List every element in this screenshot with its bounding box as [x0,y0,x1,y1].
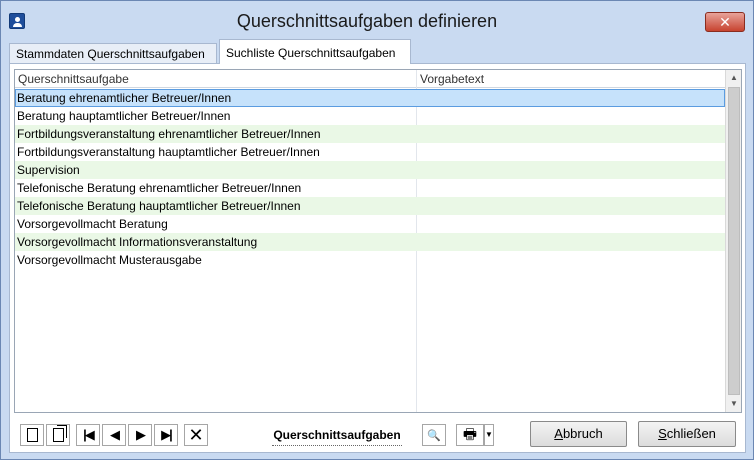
magnifier-icon: 🔍 [427,430,441,442]
table-row[interactable]: Beratung ehrenamtlicher Betreuer/Innen [15,89,725,107]
window-title: Querschnittsaufgaben definieren [236,11,498,31]
next-record-button[interactable]: ▶ [128,424,152,446]
title-bar: Querschnittsaufgaben definieren ✕ [1,1,753,39]
scrollbar-thumb[interactable] [728,87,740,395]
result-grid: Querschnittsaufgabe Vorgabetext Beratung… [14,69,742,413]
cell-querschnittsaufgabe: Vorsorgevollmacht Beratung [17,217,168,231]
printer-icon: 🖶 [462,426,478,443]
abbruch-label: bbruch [562,426,603,441]
previous-record-icon: ◀ [110,427,120,442]
vertical-scrollbar[interactable]: ▲ ▼ [725,70,741,412]
new-record-button[interactable] [20,424,44,446]
grid-header: Querschnittsaufgabe Vorgabetext [15,70,725,88]
tab-suchliste[interactable]: Suchliste Querschnittsaufgaben [219,39,411,64]
cell-querschnittsaufgabe: Supervision [17,163,80,177]
schliessen-accelerator: S [658,426,667,441]
context-label: Querschnittsaufgaben [272,428,402,446]
table-row[interactable]: Beratung hauptamtlicher Betreuer/Innen [15,107,725,125]
cell-querschnittsaufgabe: Vorsorgevollmacht Informationsveranstalt… [17,235,258,249]
abbruch-accelerator: A [554,426,563,441]
new-document-icon [26,428,38,442]
column-header-querschnittsaufgabe[interactable]: Querschnittsaufgabe [18,72,129,86]
cell-querschnittsaufgabe: Fortbildungsveranstaltung ehrenamtlicher… [17,127,321,141]
copy-record-button[interactable] [46,424,70,446]
table-row[interactable]: Vorsorgevollmacht Beratung [15,215,725,233]
table-row[interactable]: Fortbildungsveranstaltung ehrenamtlicher… [15,125,725,143]
schliessen-button[interactable]: Schließen [638,421,736,447]
print-button[interactable]: 🖶 [456,424,484,446]
copy-document-icon [52,425,67,442]
table-row[interactable]: Fortbildungsveranstaltung hauptamtlicher… [15,143,725,161]
cell-querschnittsaufgabe: Vorsorgevollmacht Musterausgabe [17,253,202,267]
next-record-icon: ▶ [136,427,146,442]
abbruch-button[interactable]: Abbruch [530,421,627,447]
first-record-button[interactable]: |◀ [76,424,100,446]
previous-record-button[interactable]: ◀ [102,424,126,446]
grid-rows: Beratung ehrenamtlicher Betreuer/Innen B… [15,89,725,269]
search-button[interactable]: 🔍 [422,424,446,446]
table-row[interactable]: Vorsorgevollmacht Musterausgabe [15,251,725,269]
bottom-toolbar: |◀ ◀ ▶ ▶| ✕ Querschnittsaufgaben 🔍 🖶 ▼ A… [10,416,747,452]
scroll-down-arrow-icon[interactable]: ▼ [726,396,741,412]
dialog-window: Querschnittsaufgaben definieren ✕ Stammd… [0,0,754,460]
cell-querschnittsaufgabe: Beratung hauptamtlicher Betreuer/Innen [17,109,231,123]
delete-icon: ✕ [188,425,204,445]
table-row[interactable]: Supervision [15,161,725,179]
schliessen-label: chließen [666,426,716,441]
tab-stammdaten[interactable]: Stammdaten Querschnittsaufgaben [9,43,217,63]
table-row[interactable]: Telefonische Beratung ehrenamtlicher Bet… [15,179,725,197]
table-row[interactable]: Telefonische Beratung hauptamtlicher Bet… [15,197,725,215]
column-header-vorgabetext[interactable]: Vorgabetext [420,72,484,86]
close-button[interactable]: ✕ [705,12,745,32]
tab-content: Querschnittsaufgabe Vorgabetext Beratung… [9,63,746,453]
cell-querschnittsaufgabe: Fortbildungsveranstaltung hauptamtlicher… [17,145,320,159]
last-record-button[interactable]: ▶| [154,424,178,446]
chevron-down-icon: ▼ [485,430,493,439]
cell-querschnittsaufgabe: Telefonische Beratung ehrenamtlicher Bet… [17,181,302,195]
print-dropdown-button[interactable]: ▼ [484,424,494,446]
cell-querschnittsaufgabe: Beratung ehrenamtlicher Betreuer/Innen [17,91,232,105]
delete-record-button[interactable]: ✕ [184,424,208,446]
last-record-icon: ▶| [161,427,173,442]
scroll-up-arrow-icon[interactable]: ▲ [726,70,741,86]
first-record-icon: |◀ [83,427,95,442]
table-row[interactable]: Vorsorgevollmacht Informationsveranstalt… [15,233,725,251]
cell-querschnittsaufgabe: Telefonische Beratung hauptamtlicher Bet… [17,199,301,213]
